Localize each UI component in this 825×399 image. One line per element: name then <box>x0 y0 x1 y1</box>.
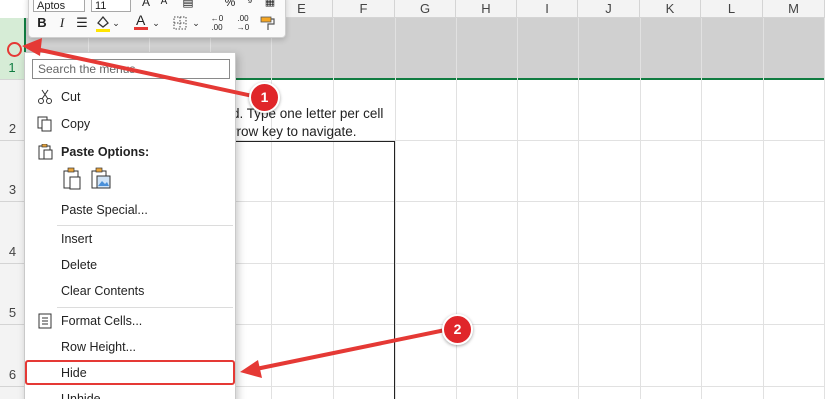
excel-window: E F G H I J K L M 1 2 3 4 5 6 d. Type on… <box>0 0 825 399</box>
select-all-target-ring <box>7 42 22 57</box>
arrow-2-head <box>240 360 262 378</box>
annotation-arrows <box>22 38 456 378</box>
step-badge-1: 1 <box>249 82 280 113</box>
arrow-1-head <box>22 38 42 56</box>
arrow-2-shaft <box>255 326 456 371</box>
arrow-1-shaft <box>30 46 263 100</box>
step-badge-2: 2 <box>442 314 473 345</box>
